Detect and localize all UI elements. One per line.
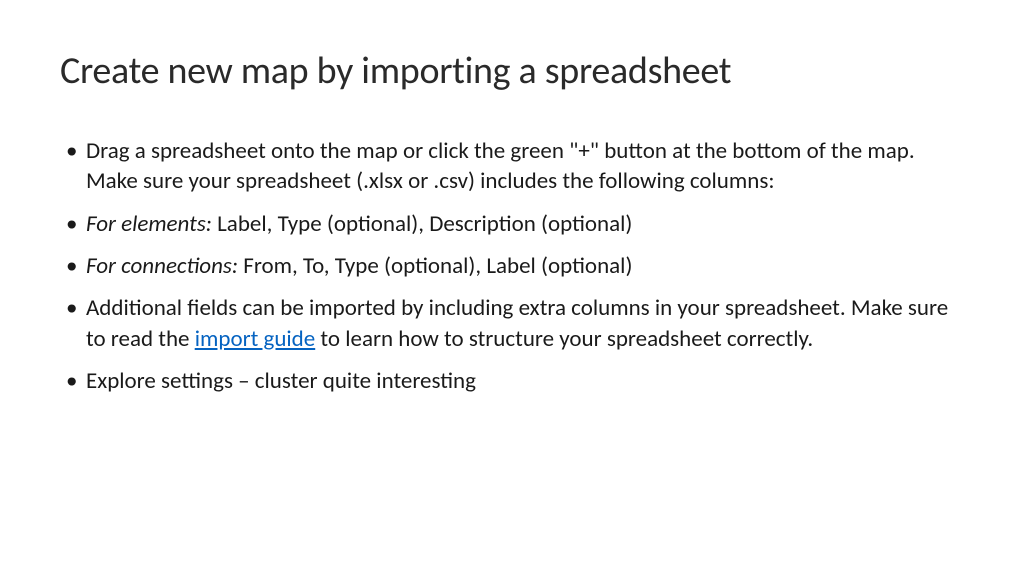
bullet-prefix-italic: For connections: <box>86 252 243 280</box>
bullet-item: For elements: Label, Type (optional), De… <box>60 209 964 239</box>
slide-title: Create new map by importing a spreadshee… <box>60 48 964 94</box>
import-guide-link[interactable]: import guide <box>195 325 316 353</box>
bullet-text: Explore settings – cluster quite interes… <box>86 367 476 395</box>
bullet-text: Drag a spreadsheet onto the map or click… <box>86 137 915 195</box>
bullet-list: Drag a spreadsheet onto the map or click… <box>60 136 964 397</box>
bullet-item: For connections: From, To, Type (optiona… <box>60 251 964 281</box>
bullet-prefix-italic: For elements: <box>86 210 217 238</box>
bullet-rest: From, To, Type (optional), Label (option… <box>243 252 632 280</box>
bullet-item: Additional fields can be imported by inc… <box>60 293 964 354</box>
bullet-rest: Label, Type (optional), Description (opt… <box>217 210 632 238</box>
bullet-post-link: to learn how to structure your spreadshe… <box>315 325 813 353</box>
bullet-item: Explore settings – cluster quite interes… <box>60 366 964 396</box>
bullet-item: Drag a spreadsheet onto the map or click… <box>60 136 964 197</box>
